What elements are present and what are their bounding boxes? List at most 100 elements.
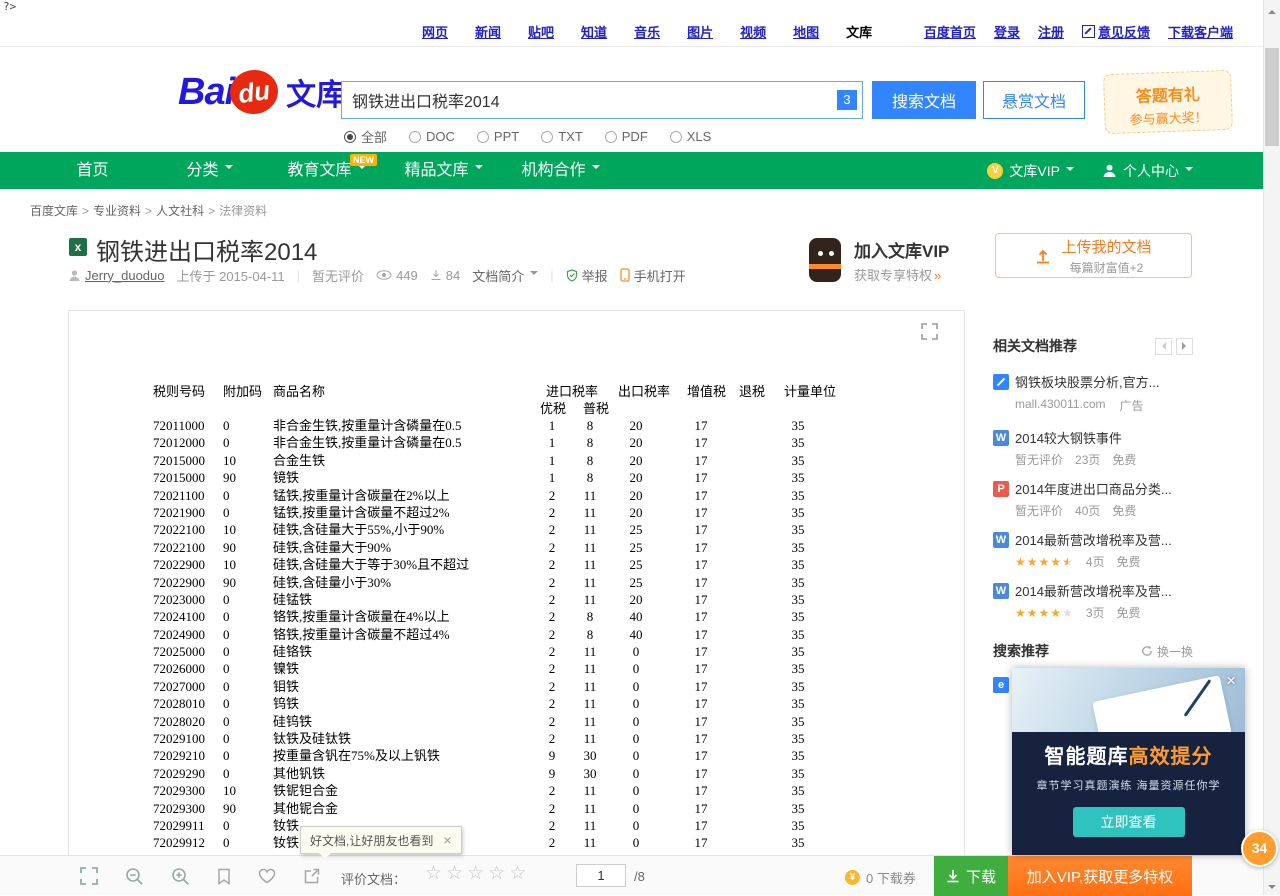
- upload-my-docs-button[interactable]: 上传我的文档 每篇财富值+2: [995, 233, 1192, 278]
- search-input[interactable]: [342, 82, 862, 118]
- table-cell: 72025000: [153, 643, 223, 660]
- table-cell: 8: [575, 469, 605, 486]
- table-cell: 17: [686, 800, 716, 817]
- topnav-link-贴吧[interactable]: 贴吧: [528, 22, 554, 41]
- feedback-label: 意见反馈: [1098, 22, 1150, 41]
- nav-item-首页[interactable]: 首页: [34, 152, 151, 189]
- refresh-button[interactable]: 换一换: [1141, 643, 1193, 660]
- filter-DOC[interactable]: DOC: [409, 129, 455, 144]
- wenku-vip-menu[interactable]: V 文库VIP: [987, 161, 1074, 181]
- bookmark-icon[interactable]: [217, 868, 231, 885]
- floating-notification-badge[interactable]: 34: [1241, 830, 1278, 867]
- join-vip-promo[interactable]: 加入文库VIP 获取专享特权»: [806, 236, 949, 284]
- rate-star[interactable]: ☆: [509, 863, 530, 884]
- breadcrumb-link[interactable]: 百度文库: [30, 204, 78, 218]
- rating-text: 暂无评价: [1015, 451, 1063, 468]
- topnav-link-网页[interactable]: 网页: [422, 22, 448, 41]
- related-doc-item[interactable]: P2014年度进出口商品分类...暂无评价40页免费: [993, 479, 1193, 519]
- doc-type-icon: W: [993, 430, 1009, 446]
- table-row: 720291000钛铁及硅钛铁21101735: [69, 730, 964, 747]
- filter-PDF[interactable]: PDF: [605, 129, 648, 144]
- sponsored-item[interactable]: 钢铁板块股票分析,官方... mall.430011.com 广告: [993, 372, 1193, 414]
- related-prev-button[interactable]: [1155, 338, 1172, 355]
- ad-cta-button[interactable]: 立即查看: [1073, 807, 1185, 837]
- register-link[interactable]: 注册: [1038, 22, 1064, 41]
- fullscreen-expand-icon[interactable]: [921, 323, 938, 340]
- rate-star[interactable]: ☆: [425, 863, 446, 884]
- topnav-link-新闻[interactable]: 新闻: [475, 22, 501, 41]
- ad-popup[interactable]: × 智能题库高效提分 章节学习真题演练 海量资源任你学 立即查看: [1012, 668, 1245, 855]
- scroll-down-arrow[interactable]: [1264, 878, 1280, 895]
- divider: |: [297, 268, 300, 283]
- related-doc-item[interactable]: W2014较大钢铁事件暂无评价23页免费: [993, 428, 1193, 468]
- table-cell: 8: [575, 452, 605, 469]
- rate-star[interactable]: ☆: [467, 863, 488, 884]
- topnav-link-知道[interactable]: 知道: [581, 22, 607, 41]
- table-cell: 11: [575, 487, 605, 504]
- breadcrumb-link[interactable]: 人文社科: [156, 204, 204, 218]
- ad-close-icon[interactable]: ×: [1226, 671, 1236, 691]
- topnav-link-视频[interactable]: 视频: [740, 22, 766, 41]
- fullscreen-icon[interactable]: [80, 867, 98, 885]
- table-cell: 25: [619, 521, 653, 538]
- open-on-mobile-link[interactable]: 手机打开: [620, 266, 686, 285]
- download-client-link[interactable]: 下载客户端: [1168, 22, 1233, 41]
- nav-item-精品文库[interactable]: 精品文库: [385, 152, 502, 189]
- rate-star[interactable]: ☆: [446, 863, 467, 884]
- related-doc-item[interactable]: W2014最新营改增税率及营...★★★★★4页免费: [993, 530, 1193, 570]
- baidu-home-link[interactable]: 百度首页: [924, 22, 976, 41]
- quiz-promo-banner[interactable]: 答题有礼 参与赢大奖！: [1103, 70, 1233, 134]
- filter-TXT[interactable]: TXT: [541, 129, 583, 144]
- table-cell: 35: [781, 521, 815, 538]
- table-cell: 35: [781, 487, 815, 504]
- related-doc-item[interactable]: W2014最新营改增税率及营...★★★★★3页免费: [993, 581, 1193, 621]
- uploader-block: Jerry_duoduo: [68, 268, 165, 283]
- breadcrumb-link[interactable]: 专业资料: [93, 204, 141, 218]
- uploader-link[interactable]: Jerry_duoduo: [85, 268, 165, 283]
- nav-item-机构合作[interactable]: 机构合作: [502, 152, 619, 189]
- reward-docs-button[interactable]: 悬赏文档: [983, 81, 1085, 119]
- page-scrollbar[interactable]: [1263, 0, 1280, 895]
- download-button[interactable]: 下载: [934, 856, 1008, 896]
- scroll-up-arrow[interactable]: [1264, 0, 1280, 17]
- feedback-link[interactable]: 意见反馈: [1082, 22, 1150, 41]
- table-cell: 2: [537, 660, 567, 677]
- topnav-link-文库[interactable]: 文库: [846, 22, 872, 41]
- table-cell: 72022900: [153, 556, 223, 573]
- topnav-link-图片[interactable]: 图片: [687, 22, 713, 41]
- baidu-wenku-logo[interactable]: Bai du 文库: [178, 70, 346, 114]
- table-cell: 35: [781, 660, 815, 677]
- nav-item-分类[interactable]: 分类: [151, 152, 268, 189]
- nav-item-教育文库[interactable]: 教育文库NEW: [268, 152, 385, 189]
- filter-全部[interactable]: 全部: [344, 127, 387, 146]
- table-cell: 11: [575, 643, 605, 660]
- table-cell: 17: [686, 765, 716, 782]
- table-cell: 2: [537, 556, 567, 573]
- zoom-out-icon[interactable]: [125, 867, 144, 886]
- filter-XLS[interactable]: XLS: [670, 129, 712, 144]
- filter-PPT[interactable]: PPT: [477, 129, 519, 144]
- search-docs-button[interactable]: 搜索文档: [872, 81, 976, 119]
- topnav-link-地图[interactable]: 地图: [793, 22, 819, 41]
- feedback-icon: [1082, 25, 1095, 38]
- heart-icon[interactable]: [258, 868, 276, 884]
- scrollbar-thumb[interactable]: [1265, 48, 1279, 146]
- search-count-badge[interactable]: 3: [837, 90, 857, 110]
- doc-intro-dropdown[interactable]: 文档简介: [472, 266, 538, 285]
- chevron-down-icon: [358, 165, 366, 173]
- related-next-button[interactable]: [1176, 338, 1193, 355]
- zoom-in-icon[interactable]: [171, 867, 190, 886]
- rate-star[interactable]: ☆: [488, 863, 509, 884]
- table-cell: 35: [781, 678, 815, 695]
- account-menu[interactable]: 个人中心: [1102, 161, 1193, 181]
- report-link[interactable]: 举报: [566, 266, 608, 285]
- nav-item-label: 首页: [76, 162, 108, 179]
- share-icon[interactable]: [303, 868, 320, 884]
- login-link[interactable]: 登录: [994, 22, 1020, 41]
- page-number-input[interactable]: [576, 864, 626, 887]
- table-cell: 17: [686, 678, 716, 695]
- table-row: 7201500010合金生铁18201735: [69, 452, 964, 469]
- topnav-link-音乐[interactable]: 音乐: [634, 22, 660, 41]
- join-vip-button[interactable]: 加入VIP,获取更多特权: [1008, 856, 1192, 896]
- tooltip-close-icon[interactable]: ×: [443, 832, 451, 848]
